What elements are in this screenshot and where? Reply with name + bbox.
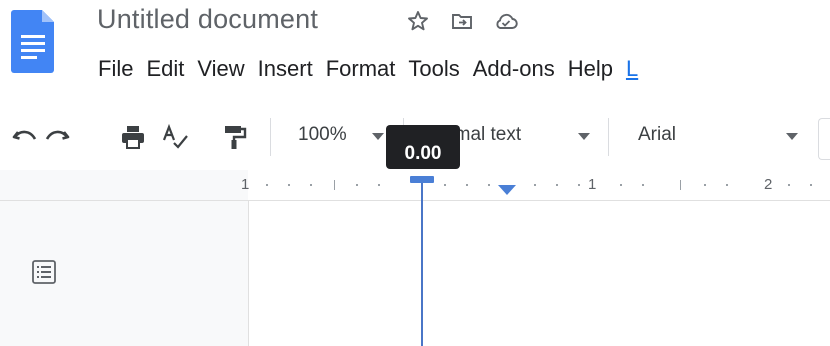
print-icon[interactable] (116, 120, 150, 154)
zoom-dropdown-icon[interactable] (372, 133, 384, 140)
toolbar-separator (270, 118, 271, 156)
cloud-status-icon[interactable] (493, 8, 519, 34)
redo-icon[interactable] (40, 120, 74, 154)
ruler-label-1: 1 (588, 176, 597, 193)
font-dropdown-icon[interactable] (786, 133, 798, 140)
left-indent-handle[interactable] (498, 185, 516, 195)
move-to-folder-icon[interactable] (449, 8, 475, 34)
menu-bar: File Edit View Insert Format Tools Add-o… (98, 56, 651, 82)
indent-value-tooltip: 0.00 (386, 125, 460, 169)
menu-tools[interactable]: Tools (408, 56, 471, 82)
menu-file[interactable]: File (98, 56, 145, 82)
last-edit-link[interactable]: L (626, 56, 650, 82)
menu-add-ons[interactable]: Add-ons (473, 56, 567, 82)
menu-view[interactable]: View (197, 56, 256, 82)
spellcheck-icon[interactable] (158, 120, 192, 154)
paint-format-icon[interactable] (218, 120, 252, 154)
ruler-label-margin: 1 (241, 176, 250, 193)
toolbar-separator (608, 118, 609, 156)
ruler-label-2: 2 (764, 176, 773, 193)
first-line-indent-handle[interactable] (410, 176, 434, 183)
star-icon[interactable] (405, 8, 431, 34)
docs-logo-icon[interactable] (10, 8, 56, 74)
menu-format[interactable]: Format (326, 56, 408, 82)
undo-icon[interactable] (8, 120, 42, 154)
menu-edit[interactable]: Edit (146, 56, 196, 82)
document-title[interactable]: Untitled document (97, 4, 318, 35)
font-select[interactable]: Arial (638, 124, 676, 146)
menu-help[interactable]: Help (568, 56, 625, 82)
style-dropdown-icon[interactable] (578, 133, 590, 140)
indent-guide-line (421, 178, 423, 346)
ruler-page-area (248, 170, 830, 201)
zoom-select[interactable]: 100% (298, 124, 347, 146)
document-outline-icon[interactable] (28, 256, 60, 288)
menu-insert[interactable]: Insert (258, 56, 325, 82)
font-size-input[interactable] (818, 118, 830, 160)
